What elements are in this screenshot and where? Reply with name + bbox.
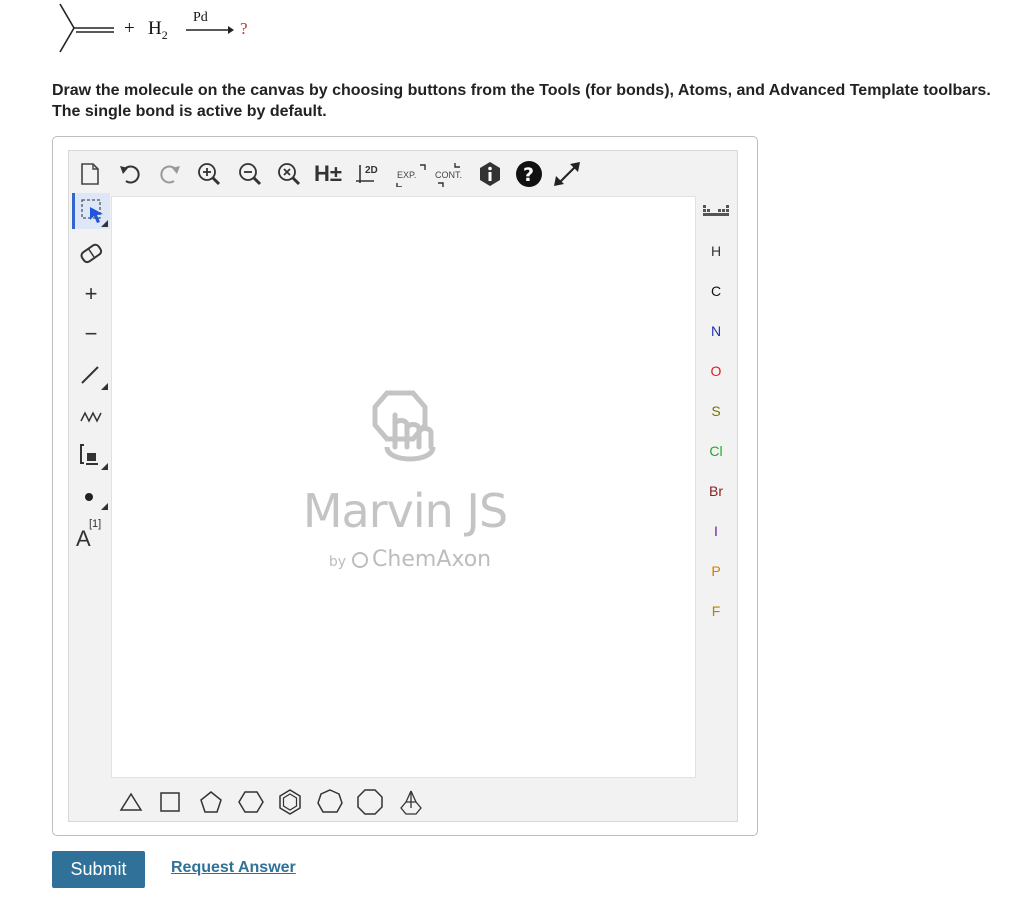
atom-map-button[interactable]: A [1]	[72, 516, 110, 552]
bicyclic-template-icon[interactable]	[392, 786, 428, 818]
submit-button[interactable]: Submit	[52, 851, 145, 888]
new-document-icon[interactable]	[73, 157, 107, 191]
atom-i-button[interactable]: I	[700, 517, 732, 545]
help-icon[interactable]: ?	[512, 157, 546, 191]
radical-dot-icon[interactable]	[72, 476, 110, 512]
atom-h-button[interactable]: H	[700, 237, 732, 265]
svg-text:2D: 2D	[365, 165, 378, 176]
catalyst-label: Pd	[193, 10, 208, 25]
increase-charge-button[interactable]: +	[72, 276, 110, 312]
zoom-reset-icon[interactable]	[272, 157, 306, 191]
selection-tool-icon[interactable]	[72, 193, 110, 229]
product-placeholder: ?	[240, 19, 248, 38]
info-icon[interactable]	[473, 157, 507, 191]
chain-tool-icon[interactable]	[72, 396, 110, 432]
chemaxon-flask-icon	[352, 552, 369, 568]
atom-c-button[interactable]: C	[700, 277, 732, 305]
plus-sign: +	[124, 18, 135, 39]
sgroup-bracket-icon[interactable]	[72, 436, 110, 472]
reagent-h2: H2	[148, 18, 168, 42]
watermark-title: Marvin JS	[302, 484, 508, 538]
atom-p-button[interactable]: P	[700, 557, 732, 585]
svg-text:CONT.: CONT.	[435, 170, 462, 180]
svg-text:?: ?	[523, 164, 534, 186]
cyclooctane-template-icon[interactable]	[352, 786, 388, 818]
eraser-icon[interactable]	[72, 235, 110, 271]
watermark-company: by ChemAxon	[328, 547, 492, 572]
marvin-logo-icon	[372, 390, 436, 462]
zoom-out-icon[interactable]	[233, 157, 267, 191]
atom-br-button[interactable]: Br	[700, 477, 732, 505]
atom-cl-button[interactable]: Cl	[700, 437, 732, 465]
reaction-arrow-icon	[186, 26, 234, 34]
fullscreen-icon[interactable]	[550, 157, 584, 191]
periodic-table-icon[interactable]	[700, 198, 732, 226]
single-bond-icon[interactable]	[72, 356, 110, 392]
cyclopentane-template-icon[interactable]	[193, 786, 229, 818]
cyclohexane-template-icon[interactable]	[233, 786, 269, 818]
hydrogen-toggle-button[interactable]: H±	[311, 157, 345, 191]
instructions-text: Draw the molecule on the canvas by choos…	[52, 82, 991, 120]
cycloheptane-template-icon[interactable]	[312, 786, 348, 818]
redo-icon[interactable]	[153, 157, 187, 191]
atom-f-button[interactable]: F	[700, 597, 732, 625]
benzene-template-icon[interactable]	[272, 786, 308, 818]
atom-s-button[interactable]: S	[700, 397, 732, 425]
cyclopropane-template-icon[interactable]	[113, 786, 149, 818]
atom-n-button[interactable]: N	[700, 317, 732, 345]
contract-group-button[interactable]: CONT.	[433, 157, 469, 191]
atom-o-button[interactable]: O	[700, 357, 732, 385]
zoom-in-icon[interactable]	[192, 157, 226, 191]
svg-text:EXP.: EXP.	[397, 170, 416, 180]
expand-group-button[interactable]: EXP.	[394, 157, 430, 191]
undo-icon[interactable]	[113, 157, 147, 191]
cyclobutane-template-icon[interactable]	[152, 786, 188, 818]
clean-2d-button[interactable]: 2D	[354, 157, 388, 191]
alkene-structure-icon	[59, 3, 114, 53]
request-answer-link[interactable]: Request Answer	[171, 859, 296, 877]
decrease-charge-button[interactable]: −	[72, 316, 110, 352]
reaction-scheme: + H2 Pd ?	[52, 0, 312, 62]
